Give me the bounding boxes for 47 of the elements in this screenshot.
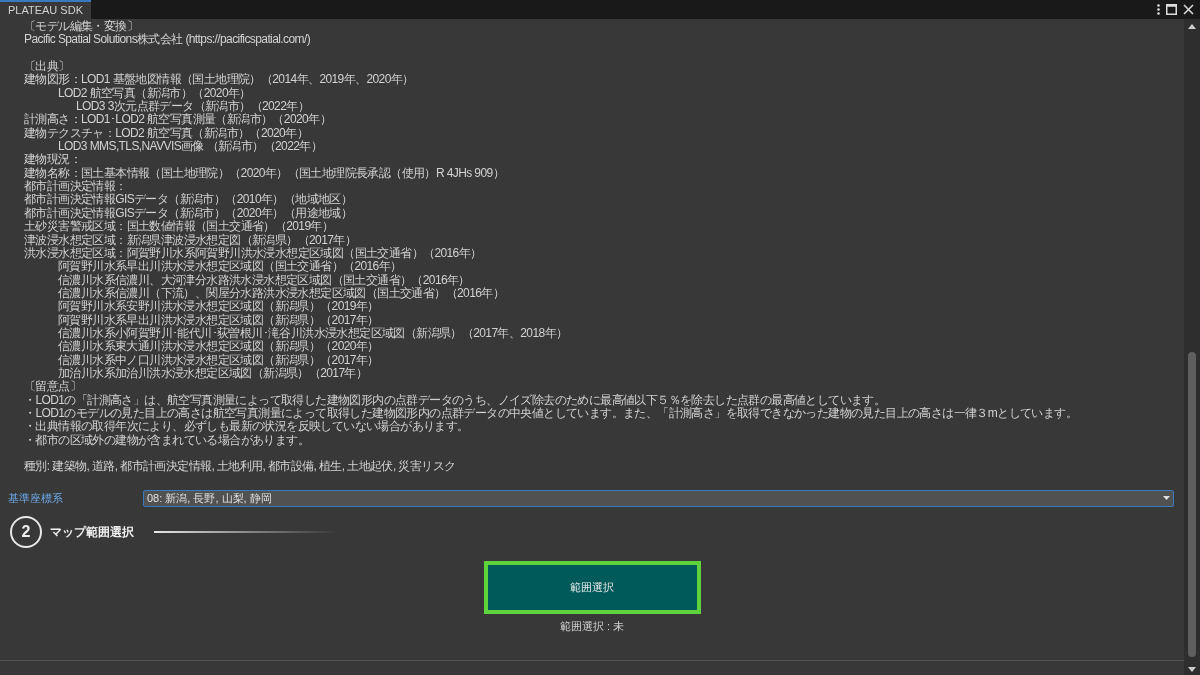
text-line: 信濃川水系信濃川（下流）、関屋分水路洪水浸水想定区域図（国土交通省）（2016年） bbox=[58, 286, 505, 300]
text-line: Pacific Spatial Solutions株式会社 (https://pacificspatial.com/) bbox=[24, 33, 311, 47]
text-line: LOD3 MMS,TLS,NAVVIS画像 （新潟市）（2022年） bbox=[58, 140, 323, 154]
maximize-icon[interactable] bbox=[1166, 4, 1177, 15]
text-line: 阿賀野川水系安野川洪水浸水想定区域図（新潟県）（2019年） bbox=[58, 300, 379, 314]
text-line: 洪水浸水想定区域：阿賀野川水系阿賀野川洪水浸水想定区域図（国土交通省）（2016年） bbox=[24, 246, 482, 261]
text-line: 阿賀野川水系早出川洪水浸水想定区域図（国土交通省）（2016年） bbox=[58, 260, 402, 274]
more-icon[interactable] bbox=[1157, 4, 1160, 15]
step-number: 2 bbox=[10, 516, 42, 548]
scroll-up-icon[interactable] bbox=[1188, 24, 1196, 29]
text-line: 加治川水系加治川洪水浸水想定区域図（新潟県）（2017年） bbox=[58, 366, 368, 380]
text-line: 信濃川水系信濃川、大河津分水路洪水浸水想定区域図（国土交通省）（2016年） bbox=[58, 273, 470, 287]
coordinate-dropdown[interactable]: 08: 新潟, 長野, 山梨, 静岡 bbox=[143, 489, 1174, 507]
text-line: 計測高さ：LOD1･LOD2 航空写真測量（新潟市）（2020年） bbox=[24, 113, 331, 127]
text-line: LOD3 3次元点群データ（新潟市）（2022年） bbox=[76, 100, 310, 114]
text-line: 土砂災害警戒区域：国土数値情報（国土交通省）（2019年） bbox=[24, 220, 334, 234]
text-line: 〔出典〕 bbox=[24, 60, 70, 74]
text-line: 建物現況： bbox=[24, 153, 81, 167]
text-line: ・LOD1のモデルの見た目上の高さは航空写真測量によって取得した建物図形内の点群データの中央値としています。また、「計測高さ」を取得できなかった建物の見た目上の高さは一律３mとしています。 bbox=[24, 406, 1077, 420]
text-line: 都市計画決定情報GISデータ（新潟市）（2010年）（地域地区） bbox=[24, 193, 353, 207]
scroll-down-icon[interactable] bbox=[1188, 667, 1196, 672]
text-line: 建物テクスチャ：LOD2 航空写真（新潟市）（2020年） bbox=[24, 126, 308, 140]
text-line: 津波浸水想定区域：新潟県津波浸水想定図（新潟県）（2017年） bbox=[24, 233, 357, 247]
scrollbar-thumb[interactable] bbox=[1188, 352, 1196, 657]
text-line: LOD2 航空写真（新潟市）（2020年） bbox=[58, 86, 251, 100]
text-line: 種別: 建築物, 道路, 都市計画決定情報, 土地利用, 都市設備, 植生, 土地起伏, 災害リスク bbox=[24, 460, 456, 474]
text-line: 阿賀野川水系早出川洪水浸水想定区域図（新潟県）（2017年） bbox=[58, 313, 379, 327]
text-line: 都市計画決定情報GISデータ（新潟市）（2020年）（用途地域） bbox=[24, 206, 353, 220]
step-title: マップ範囲選択 bbox=[50, 524, 134, 541]
field-label: 基準座標系 bbox=[8, 490, 64, 506]
text-line: 建物名称：国土基本情報（国土地理院）（2020年）（国土地理院長承認（使用）R 4JHs 909） bbox=[24, 166, 504, 180]
selection-status: 範囲選択 : 未 bbox=[559, 619, 625, 634]
text-line: 信濃川水系中ノ口川洪水浸水想定区域図（新潟県）（2017年） bbox=[58, 353, 379, 367]
text-line: 都市計画決定情報： bbox=[24, 180, 127, 194]
dropdown-arrow-icon bbox=[1163, 496, 1170, 500]
text-line: ・出典情報の取得年次により、必ずしも最新の状況を反映していない場合があります。 bbox=[24, 420, 469, 434]
text-line: 〔留意点〕 bbox=[24, 380, 81, 394]
text-line: 建物図形：LOD1 基盤地図情報（国土地理院）（2014年、2019年、2020年） bbox=[24, 73, 414, 87]
close-icon[interactable] bbox=[1183, 4, 1194, 15]
scrollbar[interactable] bbox=[1184, 19, 1200, 675]
range-select-button[interactable]: 範囲選択 bbox=[483, 561, 701, 614]
text-line: 信濃川水系東大通川洪水浸水想定区域図（新潟県）（2020年） bbox=[58, 340, 379, 354]
window-tab[interactable]: PLATEAU SDK bbox=[0, 0, 91, 19]
text-line: 信濃川水系小阿賀野川･能代川･荻曽根川･滝谷川洪水浸水想定区域図（新潟県）（2017年、2018年） bbox=[58, 326, 568, 341]
text-line: ・LOD1の「計測高さ」は、航空写真測量によって取得した建物図形内の点群データのうち、ノイズ除去のために最高値以下５％を除去した点群の最高値としています。 bbox=[24, 393, 886, 407]
text-line: ・都市の区域外の建物が含まれている場合があります。 bbox=[24, 433, 309, 447]
text-line: 〔モデル編集・変換〕 bbox=[24, 20, 138, 33]
